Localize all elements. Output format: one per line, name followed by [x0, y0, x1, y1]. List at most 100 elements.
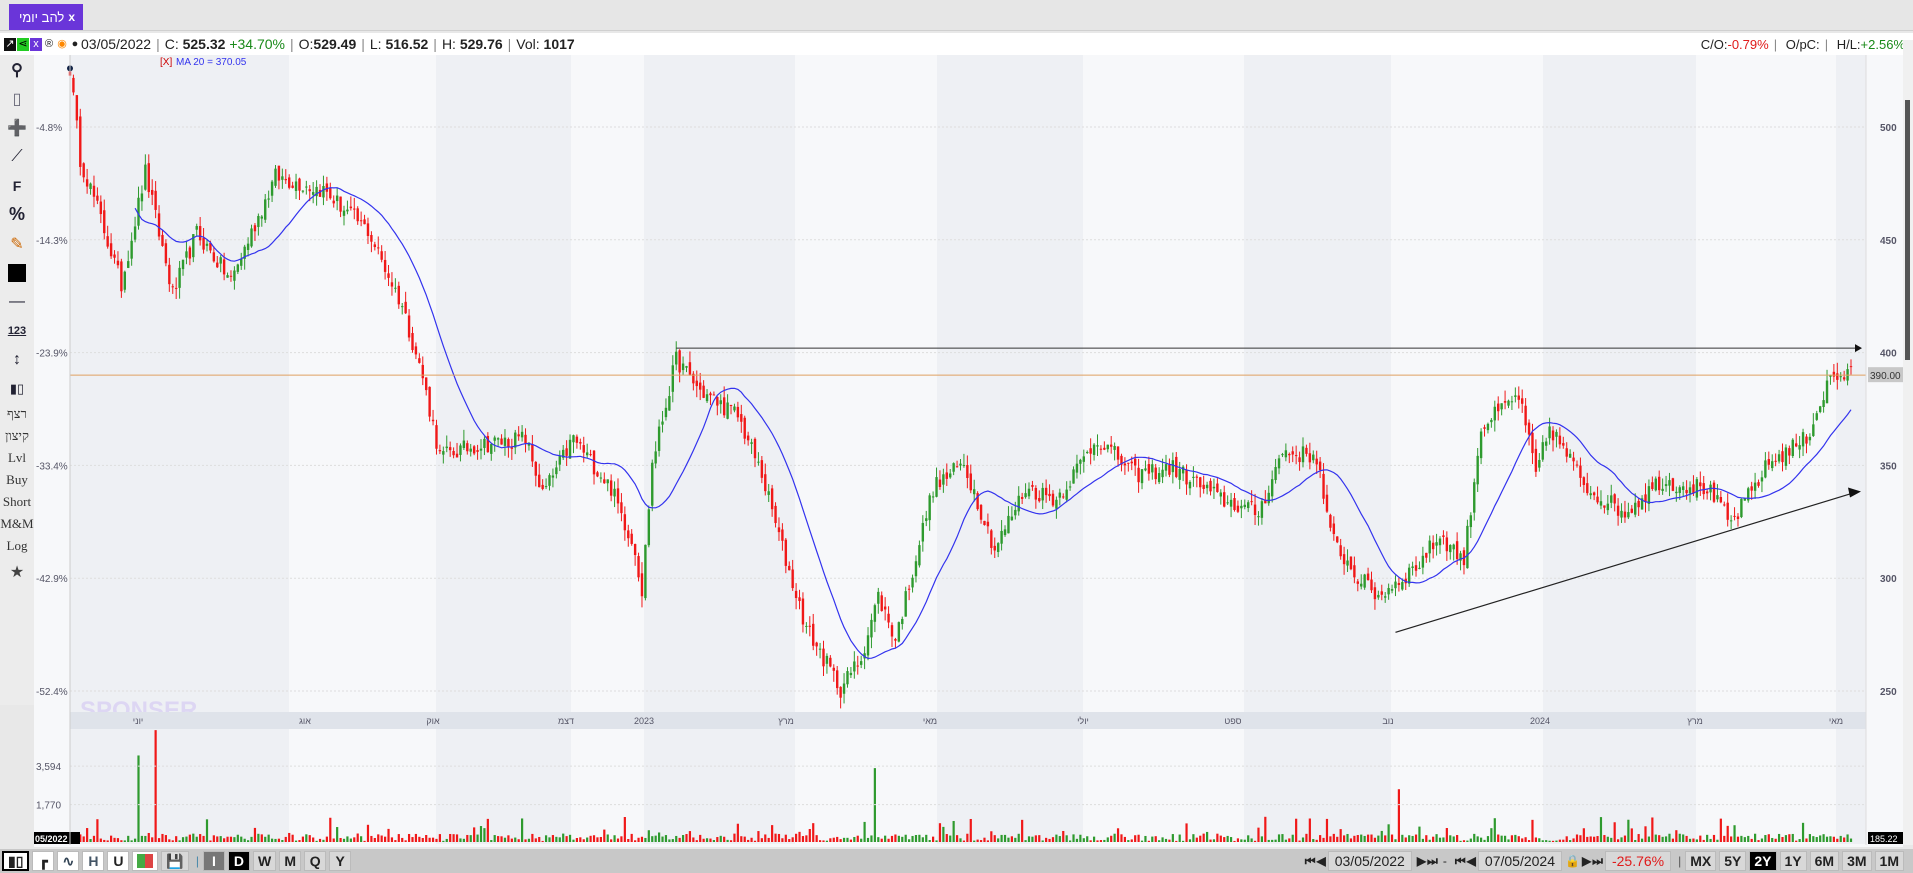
- candle-body: [466, 443, 469, 452]
- registered-icon[interactable]: ®: [43, 38, 55, 51]
- volume-bar: [1034, 835, 1037, 842]
- volume-bar: [154, 730, 157, 842]
- comment-icon[interactable]: ●: [69, 38, 81, 51]
- range-3m[interactable]: 3M: [1842, 851, 1872, 871]
- volume-bar: [685, 834, 688, 842]
- range-1y[interactable]: 1Y: [1779, 851, 1807, 871]
- volume-bar: [223, 838, 226, 842]
- end-next-icon[interactable]: ▶: [1582, 854, 1591, 868]
- target-icon[interactable]: ◉: [56, 38, 68, 51]
- candle-body: [72, 77, 75, 93]
- percent-icon[interactable]: %: [0, 200, 34, 229]
- volume-bar: [1551, 840, 1555, 842]
- start-date-input[interactable]: 03/05/2022: [1327, 851, 1412, 871]
- u-chart-button[interactable]: U: [107, 851, 130, 871]
- vertical-range-icon[interactable]: ↕: [0, 345, 34, 374]
- candle-chart-button[interactable]: ▮▯: [2, 851, 30, 871]
- range-6m[interactable]: 6M: [1809, 851, 1840, 871]
- scrollbar-thumb[interactable]: [1905, 100, 1910, 360]
- candle: [983, 520, 986, 526]
- tool-extreme[interactable]: קיצון: [0, 425, 34, 447]
- volume-bar: [373, 837, 376, 842]
- candle: [647, 505, 651, 548]
- range-5y[interactable]: 5Y: [1719, 851, 1747, 871]
- period-y[interactable]: Y: [329, 851, 352, 871]
- volume-bar: [1623, 835, 1627, 842]
- h-chart-button[interactable]: H: [82, 851, 105, 871]
- save-button[interactable]: 💾: [161, 851, 189, 871]
- star-icon[interactable]: ★: [0, 557, 34, 586]
- candle: [1747, 486, 1750, 503]
- period-w[interactable]: W: [252, 851, 277, 871]
- line-tool-icon[interactable]: ⟋: [0, 142, 34, 171]
- volume-bar: [462, 838, 465, 842]
- end-first-icon[interactable]: ⏮: [1455, 854, 1466, 869]
- tool-mm[interactable]: M&M: [0, 513, 34, 535]
- price-chart[interactable]: SPONSER יוני אוג אוק דצמ 2023 מרץ מאי יולי ספט נו…: [34, 55, 1903, 847]
- volume-bar: [1284, 839, 1287, 842]
- tool-sequence[interactable]: רצף: [0, 403, 34, 425]
- candle-body: [236, 264, 240, 272]
- start-last-icon[interactable]: ⏭: [1427, 854, 1438, 869]
- candle-body: [288, 177, 291, 188]
- tab-lahav-daily[interactable]: להב יומי x: [9, 4, 83, 30]
- volume-bar: [161, 833, 164, 842]
- ma-remove-button[interactable]: [X]: [160, 57, 172, 68]
- document-icon[interactable]: x: [30, 37, 42, 51]
- start-next-icon[interactable]: ▶: [1417, 854, 1426, 868]
- volume-bar: [986, 840, 989, 842]
- candles-icon[interactable]: ▮▯: [0, 374, 34, 403]
- lock-icon[interactable]: 🔒: [1565, 854, 1580, 868]
- crosshair-icon[interactable]: ➕: [0, 113, 34, 142]
- period-d[interactable]: D: [227, 851, 250, 871]
- color-swatch-icon[interactable]: [0, 258, 34, 287]
- candle-body: [661, 421, 664, 425]
- volume-bar: [1617, 839, 1620, 842]
- volume-bar: [1075, 838, 1079, 842]
- range-1m[interactable]: 1M: [1874, 851, 1904, 871]
- line-width-icon[interactable]: —: [0, 287, 34, 316]
- tool-buy[interactable]: Buy: [0, 469, 34, 491]
- tool-lvl[interactable]: Lvl: [0, 447, 34, 469]
- period-q[interactable]: Q: [304, 851, 327, 871]
- end-prev-icon[interactable]: ◀: [1467, 854, 1476, 868]
- volume-bar: [1195, 837, 1198, 842]
- start-first-icon[interactable]: ⏮: [1305, 854, 1316, 869]
- bar-chart-button[interactable]: ┏: [32, 851, 55, 871]
- volume-bar: [1260, 836, 1263, 842]
- range-2y[interactable]: 2Y: [1749, 851, 1777, 871]
- search-icon[interactable]: ⚲: [0, 55, 34, 84]
- volume-bar: [1147, 840, 1150, 842]
- volume-bar: [1257, 827, 1260, 842]
- range-mx[interactable]: MX: [1685, 851, 1717, 871]
- tool-short[interactable]: Short: [0, 491, 34, 513]
- start-prev-icon[interactable]: ◀: [1317, 854, 1326, 868]
- measure-icon[interactable]: 123: [0, 316, 34, 345]
- volume-bar: [1702, 839, 1705, 842]
- edit-icon[interactable]: ✎: [0, 229, 34, 258]
- period-i[interactable]: I: [202, 851, 225, 871]
- candle-body: [1096, 445, 1099, 447]
- share-icon[interactable]: ⋖: [17, 37, 29, 51]
- period-m[interactable]: M: [279, 851, 302, 871]
- end-last-icon[interactable]: ⏭: [1592, 854, 1603, 869]
- tool-log[interactable]: Log: [0, 535, 34, 557]
- candle-body: [1712, 482, 1716, 502]
- color-bars-button[interactable]: [132, 851, 159, 871]
- month-band: [436, 729, 571, 844]
- volume-bar: [517, 839, 520, 842]
- close-tab-icon[interactable]: x: [68, 10, 75, 24]
- fibonacci-icon[interactable]: F: [0, 171, 34, 200]
- line-chart-button[interactable]: ∿: [57, 851, 80, 871]
- chart-link-icon[interactable]: ↗: [4, 37, 16, 51]
- vertical-scrollbar[interactable]: [1903, 40, 1913, 845]
- volume-bar: [777, 833, 781, 842]
- candle-body: [1671, 478, 1675, 491]
- eraser-icon[interactable]: ▯: [0, 84, 34, 113]
- volume-bar: [548, 837, 551, 842]
- volume-bar: [716, 837, 719, 842]
- volume-bar: [918, 834, 921, 842]
- percent-tick-label: -52.4%: [36, 687, 68, 698]
- volume-bar: [1459, 840, 1462, 842]
- end-date-input[interactable]: 07/05/2024: [1477, 851, 1562, 871]
